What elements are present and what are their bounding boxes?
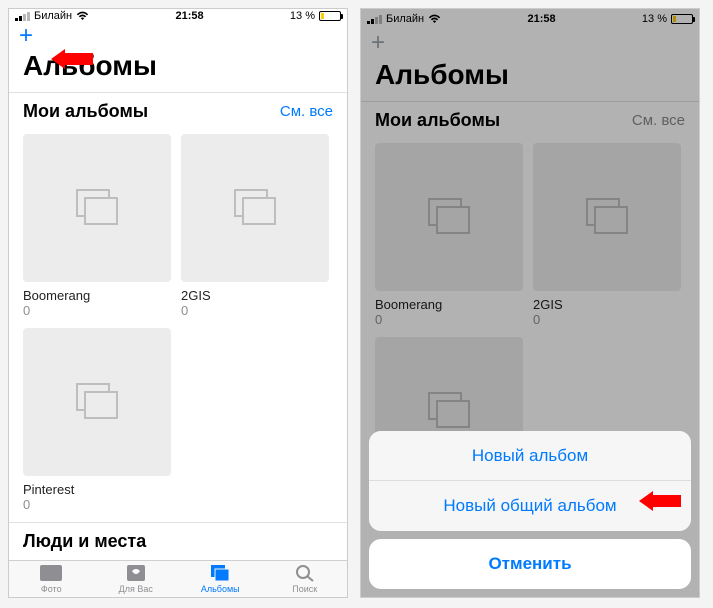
status-bar: Билайн 21:58 13 %	[9, 9, 347, 24]
page-title: Альбомы	[361, 57, 699, 101]
album-card[interactable]: Pinterest 0	[23, 328, 171, 512]
album-count: 0	[533, 312, 681, 327]
album-count: 0	[375, 312, 523, 327]
see-all-link[interactable]: См. все	[280, 103, 333, 120]
album-card[interactable]: 2GIS 0	[533, 143, 681, 327]
album-name: Pinterest	[23, 482, 171, 497]
status-time: 21:58	[527, 13, 555, 25]
nav-bar: +	[361, 29, 699, 57]
phone-left: Билайн 21:58 13 % + Альбомы Мои альбомы …	[8, 8, 348, 598]
battery-percent: 13 %	[642, 13, 667, 25]
carrier-label: Билайн	[386, 13, 424, 25]
sheet-cancel[interactable]: Отменить	[369, 539, 691, 589]
add-button[interactable]: +	[371, 31, 385, 55]
album-placeholder-icon	[23, 134, 171, 282]
carrier-label: Билайн	[34, 10, 72, 22]
battery-icon	[671, 14, 693, 24]
section-title: Мои альбомы	[375, 110, 500, 131]
album-count: 0	[23, 303, 171, 318]
sheet-new-album[interactable]: Новый альбом	[369, 431, 691, 481]
wifi-icon	[428, 14, 441, 24]
tab-photos[interactable]: Фото	[9, 561, 94, 597]
album-card[interactable]: Boomerang 0	[375, 143, 523, 327]
add-button[interactable]: +	[19, 24, 33, 48]
battery-percent: 13 %	[290, 10, 315, 22]
tab-for-you[interactable]: Для Вас	[94, 561, 179, 597]
tab-label: Альбомы	[201, 584, 240, 594]
tab-search[interactable]: Поиск	[263, 561, 348, 597]
album-placeholder-icon	[375, 143, 523, 291]
action-sheet: Новый альбом Новый общий альбом Отменить	[369, 431, 691, 589]
section-title: Люди и места	[23, 531, 146, 552]
phone-right: Билайн 21:58 13 % + Альбомы Мои альбомы …	[360, 8, 700, 598]
album-placeholder-icon	[23, 328, 171, 476]
sheet-new-shared-album[interactable]: Новый общий альбом	[369, 481, 691, 531]
album-placeholder-icon	[533, 143, 681, 291]
album-card[interactable]: 2GIS 0	[181, 134, 329, 318]
album-placeholder-icon	[181, 134, 329, 282]
battery-icon	[319, 11, 341, 21]
status-time: 21:58	[175, 10, 203, 22]
album-card[interactable]: Boomerang 0	[23, 134, 171, 318]
sheet-row-label: Новый альбом	[472, 446, 588, 466]
see-all-link[interactable]: См. все	[632, 112, 685, 129]
signal-icon	[367, 15, 382, 24]
album-name: 2GIS	[533, 297, 681, 312]
signal-icon	[15, 12, 30, 21]
album-name: Boomerang	[375, 297, 523, 312]
tab-label: Поиск	[292, 584, 317, 594]
tab-label: Фото	[41, 584, 62, 594]
albums-grid: Boomerang 0 2GIS 0 Pinterest 0	[9, 130, 347, 522]
album-name: Boomerang	[23, 288, 171, 303]
section-my-albums: Мои альбомы См. все	[361, 101, 699, 139]
hint-arrow-icon	[639, 491, 681, 511]
status-bar: Билайн 21:58 13 %	[361, 9, 699, 29]
tab-label: Для Вас	[119, 584, 153, 594]
sheet-row-label: Новый общий альбом	[443, 496, 616, 516]
section-title: Мои альбомы	[23, 101, 148, 122]
section-people-places: Люди и места	[9, 522, 347, 560]
album-count: 0	[23, 497, 171, 512]
nav-bar: +	[9, 24, 347, 48]
section-my-albums: Мои альбомы См. все	[9, 92, 347, 130]
album-count: 0	[181, 303, 329, 318]
sheet-cancel-label: Отменить	[488, 554, 571, 574]
tab-albums[interactable]: Альбомы	[178, 561, 263, 597]
wifi-icon	[76, 11, 89, 21]
tab-bar: Фото Для Вас Альбомы Поиск	[9, 560, 347, 597]
album-name: 2GIS	[181, 288, 329, 303]
hint-arrow-icon	[51, 49, 93, 69]
